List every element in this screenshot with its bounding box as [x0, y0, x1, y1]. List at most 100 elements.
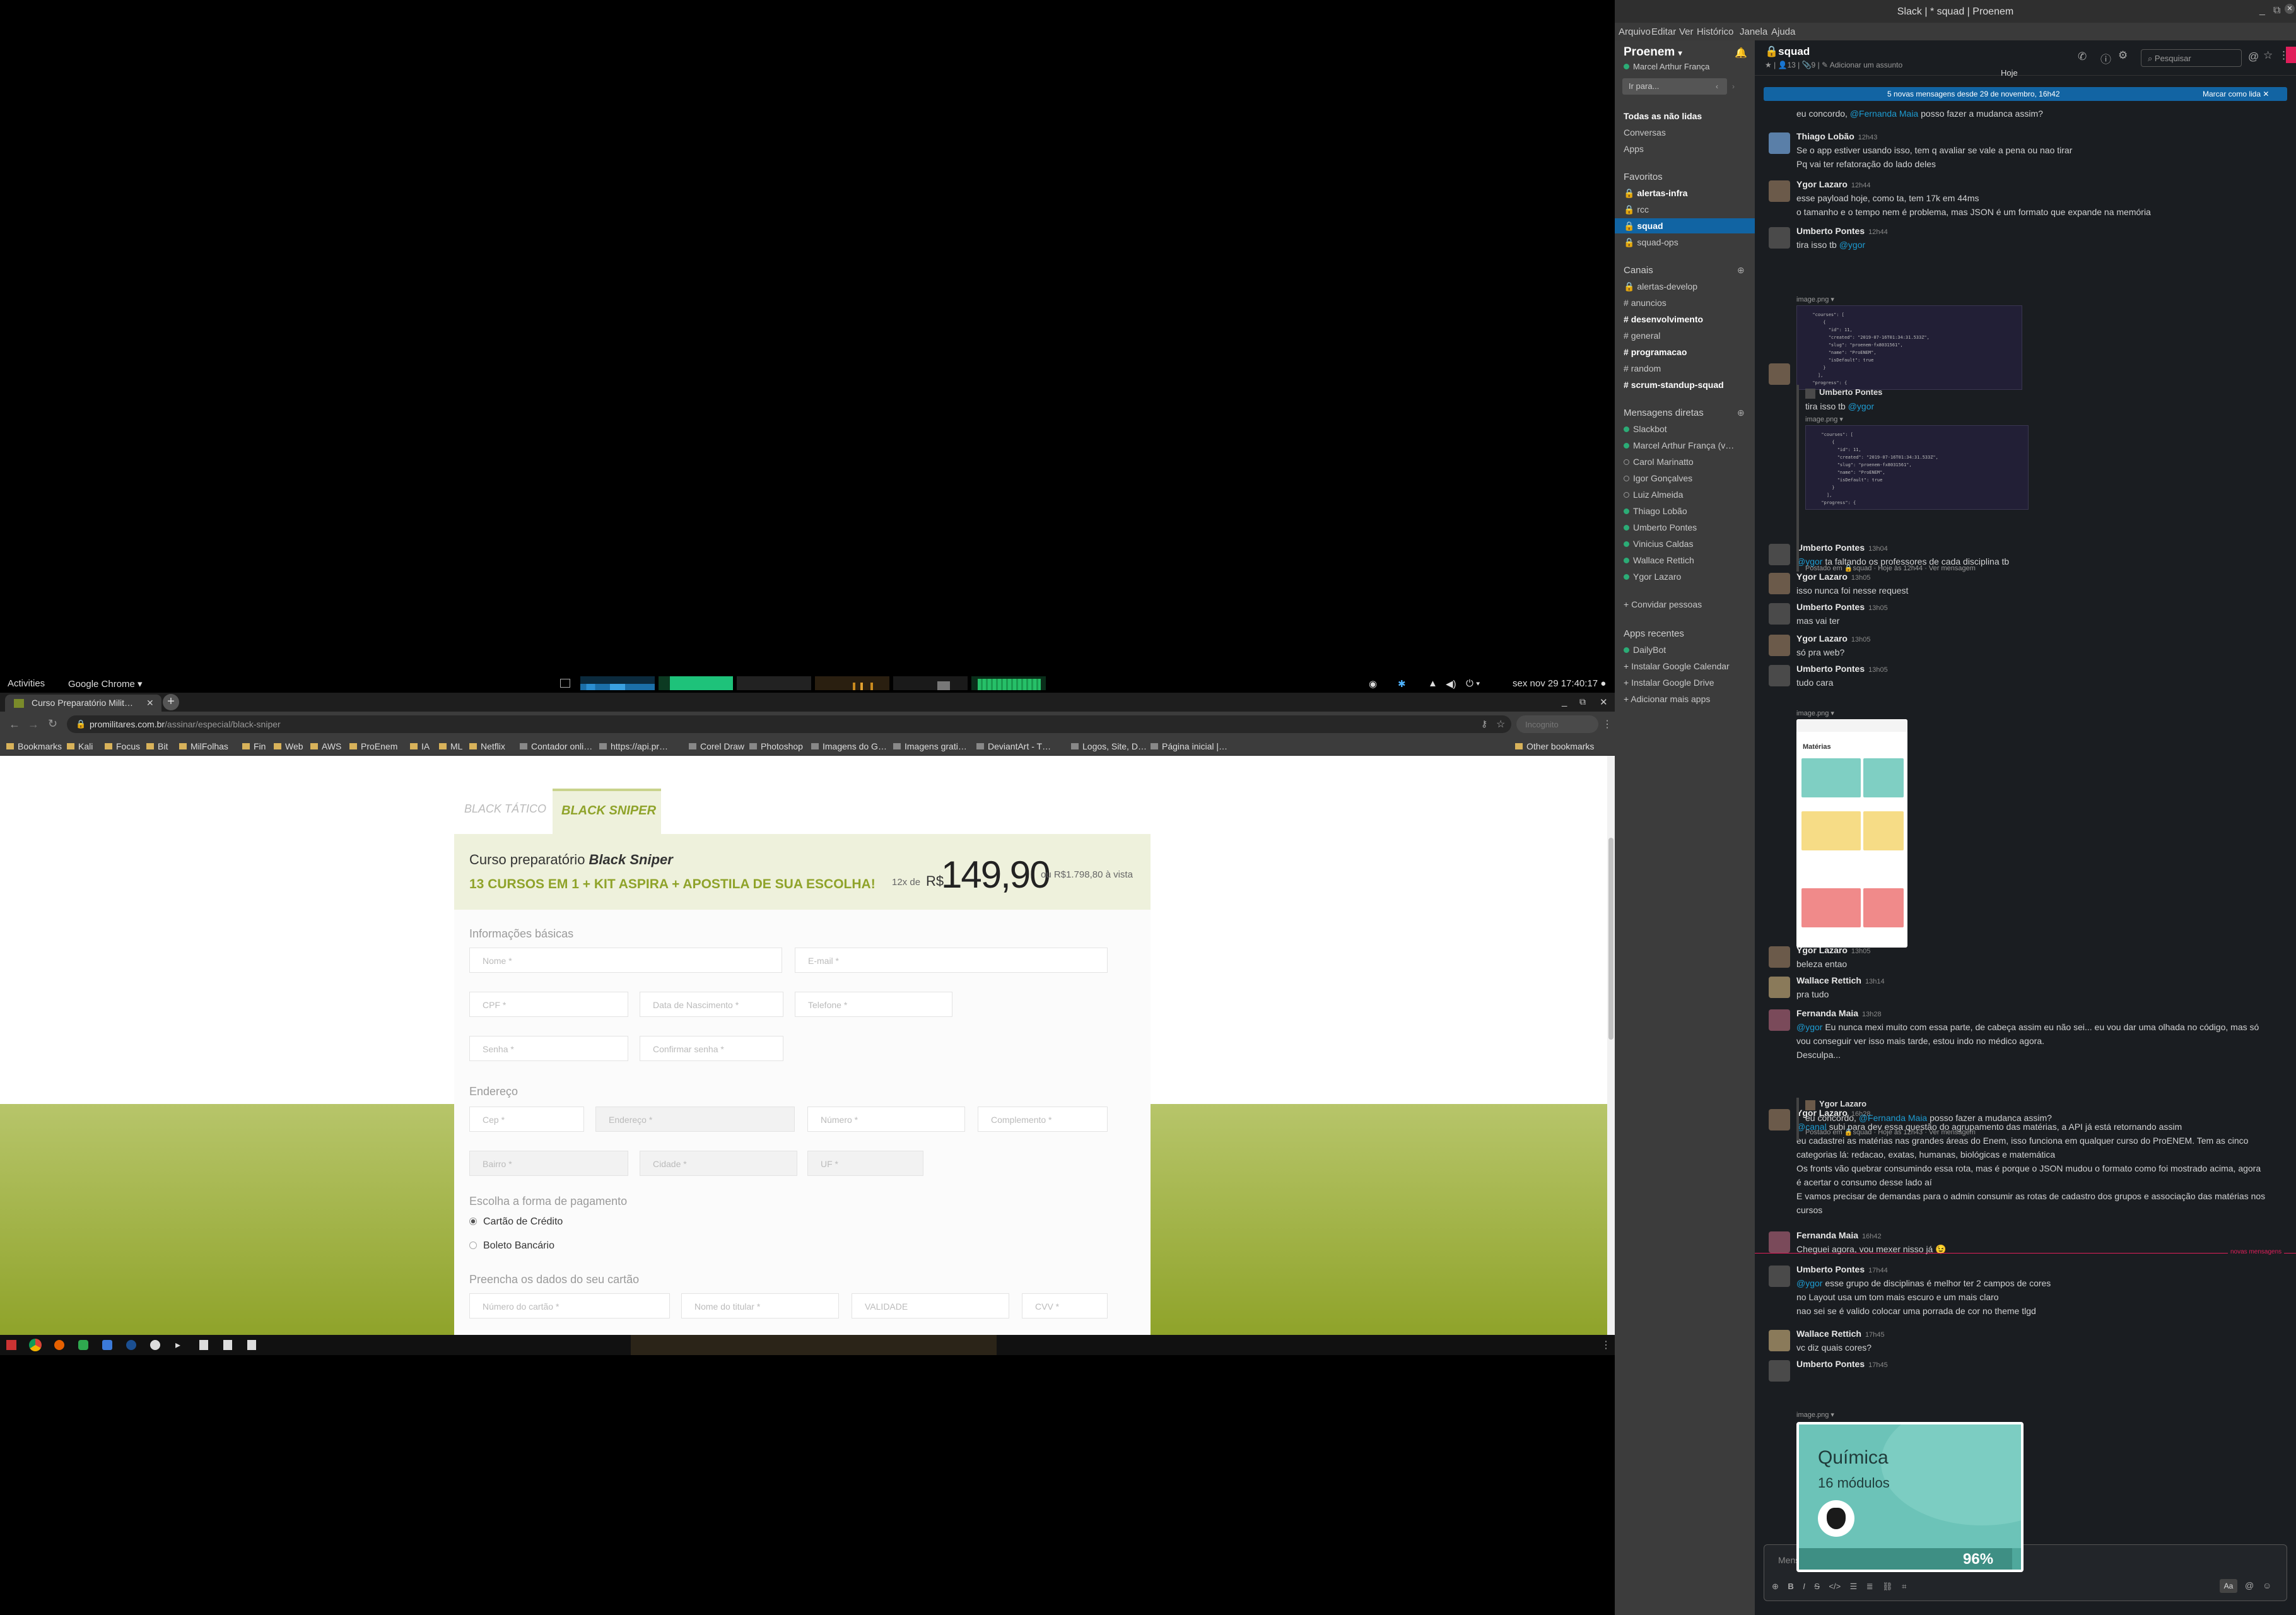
other-bookmarks[interactable]: Other bookmarks — [1515, 741, 1594, 751]
firefox-launcher-icon[interactable] — [54, 1340, 64, 1350]
format-toggle-button[interactable]: Aa — [2220, 1579, 2237, 1593]
bookmark-item[interactable]: Photoshop — [749, 741, 803, 751]
message-author[interactable]: Wallace Rettich 13h14 — [1796, 975, 1885, 985]
terminal-launcher-icon[interactable]: ▸ — [175, 1339, 180, 1351]
avatar[interactable] — [1769, 180, 1790, 202]
link-icon[interactable]: ⛓ — [1882, 1582, 1893, 1591]
current-user[interactable]: Marcel Arthur França — [1624, 62, 1709, 71]
avatar[interactable] — [1769, 132, 1790, 154]
star-icon[interactable]: ☆ — [2263, 49, 2273, 62]
menu-histórico[interactable]: Histórico — [1697, 26, 1733, 37]
steam-launcher-icon[interactable] — [126, 1340, 136, 1350]
bookmark-item[interactable]: Focus — [105, 741, 140, 751]
settings-gear-icon[interactable]: ⚙ — [2118, 49, 2128, 62]
email-input[interactable]: E-mail * — [795, 948, 1108, 973]
invite-people-link[interactable]: + Convidar pessoas — [1624, 599, 1702, 609]
avatar[interactable] — [1769, 1109, 1790, 1130]
message-time[interactable]: 12h44 — [1851, 182, 1871, 189]
sidebar-item-scrum-standup-squad[interactable]: # scrum-standup-squad — [1624, 380, 1724, 390]
message-author[interactable]: Umberto Pontes 13h05 — [1796, 602, 1888, 612]
radio-credit-icon[interactable] — [469, 1218, 477, 1225]
bookmark-item[interactable]: DeviantArt - T… — [976, 741, 1051, 751]
mention-icon[interactable]: @ — [2245, 1580, 2254, 1590]
sidebar-item-random[interactable]: # random — [1624, 363, 1661, 373]
incognito-badge[interactable]: Incognito — [1516, 715, 1598, 733]
bold-icon[interactable]: B — [1788, 1582, 1793, 1591]
doc3-launcher-icon[interactable] — [247, 1340, 256, 1350]
slack-close-icon[interactable]: ✕ — [2285, 4, 2295, 14]
reload-icon[interactable]: ↻ — [48, 717, 57, 731]
card-holder-input[interactable]: Nome do titular * — [681, 1293, 839, 1318]
jump-to-button[interactable]: Ir para... — [1622, 78, 1727, 95]
message-time[interactable]: 13h14 — [1865, 978, 1885, 985]
json-image-thumbnail[interactable]: "courses": [ { "id": 11, "created": "201… — [1805, 425, 2029, 510]
nome-input[interactable]: Nome * — [469, 948, 782, 973]
history-forward-icon[interactable]: › — [1732, 82, 1735, 91]
avatar[interactable] — [1769, 363, 1790, 385]
bookmark-star-icon[interactable]: ☆ — [1496, 718, 1505, 731]
bookmark-item[interactable]: Bookmarks — [6, 741, 62, 751]
sidebar-item-squad[interactable]: 🔒 squad — [1624, 221, 1663, 232]
doc-launcher-icon[interactable] — [199, 1340, 208, 1350]
sidebar-item-programacao[interactable]: # programacao — [1624, 347, 1687, 357]
address-input[interactable]: Endereço * — [595, 1107, 795, 1132]
message-time[interactable]: 13h05 — [1851, 636, 1871, 643]
city-input[interactable]: Cidade * — [640, 1151, 797, 1176]
message-time[interactable]: 13h28 — [1862, 1011, 1882, 1018]
channel-meta[interactable]: ★ | 👤13 | 📎9 | ✎ Adicionar um assunto — [1765, 61, 1902, 69]
call-icon[interactable]: ✆ — [2078, 50, 2087, 63]
mentions-icon[interactable]: @ — [2248, 50, 2259, 63]
mark-read-button[interactable]: Marcar como lida ✕ — [2203, 90, 2269, 98]
password-input[interactable]: Senha * — [469, 1036, 628, 1061]
avatar[interactable] — [1769, 1231, 1790, 1253]
dm-item[interactable]: Umberto Pontes — [1624, 522, 1697, 532]
sidebar-item-alertas-develop[interactable]: 🔒 alertas-develop — [1624, 281, 1697, 292]
steam-tray-icon[interactable]: ◉ — [1369, 678, 1377, 690]
italic-icon[interactable]: I — [1803, 1582, 1805, 1591]
dm-item[interactable]: Thiago Lobão — [1624, 506, 1687, 516]
avatar[interactable] — [1769, 1330, 1790, 1351]
power-icon[interactable]: ⏻ ▾ — [1466, 678, 1480, 689]
bookmark-item[interactable]: Contador onli… — [520, 741, 592, 751]
avatar[interactable] — [1769, 227, 1790, 249]
avatar[interactable] — [1769, 544, 1790, 565]
sidebar-item-apps[interactable]: Apps — [1624, 144, 1644, 154]
bookmark-item[interactable]: Página inicial |… — [1151, 741, 1227, 751]
workspace-name[interactable]: Proenem ▾ — [1624, 45, 1682, 59]
message-time[interactable]: 12h44 — [1868, 228, 1888, 236]
message-time[interactable]: 17h45 — [1865, 1331, 1885, 1339]
message-time[interactable]: 13h05 — [1868, 604, 1888, 612]
menu-janela[interactable]: Janela — [1740, 26, 1767, 37]
avatar[interactable] — [1769, 665, 1790, 686]
search-input[interactable]: ⌕ Pesquisar — [2141, 49, 2242, 67]
image-filename[interactable]: image.png ▾ — [1796, 709, 1834, 717]
doc2-launcher-icon[interactable] — [223, 1340, 232, 1350]
json-image-thumbnail[interactable]: "courses": [ { "id": 11, "created": "201… — [1796, 305, 2022, 390]
dm-item[interactable]: Wallace Rettich — [1624, 555, 1694, 565]
slack-tray-icon[interactable]: ✱ — [1398, 678, 1406, 690]
quote-footer[interactable]: Postado em 🔒squad · Hoje às 12h44 · Ver … — [1805, 564, 1976, 572]
dm-item[interactable]: Carol Marinatto — [1624, 457, 1694, 467]
app-launcher-icon[interactable] — [78, 1340, 88, 1350]
message-author[interactable]: Ygor Lazaro 13h05 — [1796, 633, 1871, 643]
dm-item[interactable]: Luiz Almeida — [1624, 490, 1683, 500]
avatar[interactable] — [1769, 603, 1790, 625]
shortcut-icon[interactable]: ⌗ — [1902, 1582, 1906, 1591]
bookmark-item[interactable]: AWS — [310, 741, 341, 751]
message-time[interactable]: 13h05 — [1868, 666, 1888, 674]
new-tab-button[interactable]: + — [163, 694, 179, 710]
code-icon[interactable]: </> — [1829, 1582, 1841, 1591]
dm-item[interactable]: Slackbot — [1624, 424, 1667, 434]
bookmark-item[interactable]: Web — [274, 741, 303, 751]
cep-input[interactable]: Cep * — [469, 1107, 584, 1132]
bookmark-item[interactable]: IA — [410, 741, 430, 751]
minimize-icon[interactable]: _ — [1562, 696, 1567, 707]
history-back-icon[interactable]: ‹ — [1716, 82, 1718, 91]
app-item[interactable]: DailyBot — [1624, 645, 1666, 655]
message-author[interactable]: Ygor Lazaro 13h05 — [1796, 572, 1871, 582]
slack-minimize-icon[interactable]: _ — [2259, 5, 2265, 16]
sidebar-item-threads[interactable]: Conversas — [1624, 127, 1666, 138]
new-messages-banner[interactable]: 5 novas mensagens desde 29 de novembro, … — [1764, 87, 2287, 101]
message-author[interactable]: Umberto Pontes 17h45 — [1796, 1359, 1888, 1369]
bell-icon[interactable]: 🔔 — [1735, 47, 1747, 59]
